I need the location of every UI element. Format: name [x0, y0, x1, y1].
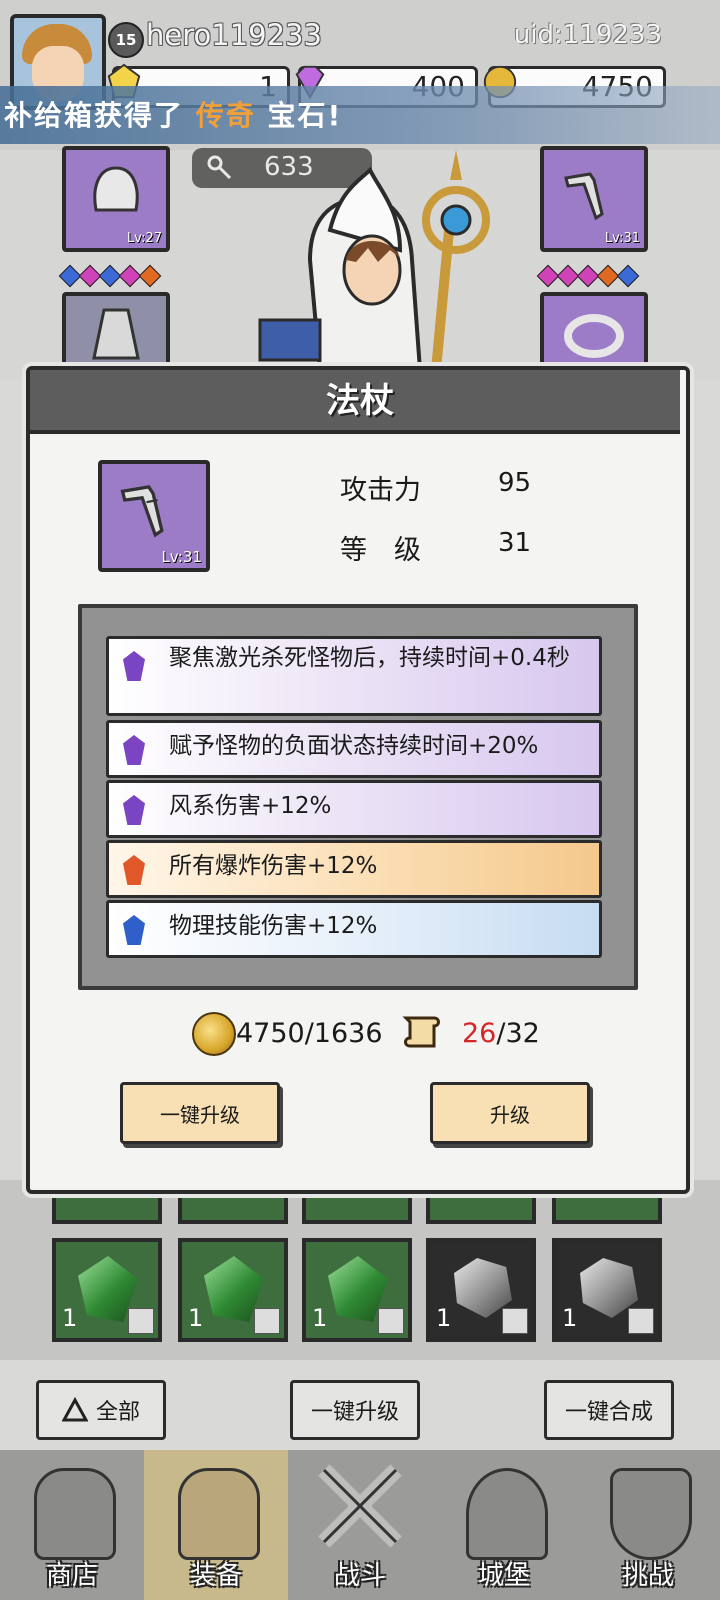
scroll-need: /32	[496, 1018, 540, 1049]
orange-crystal-icon	[123, 855, 145, 885]
stat-value-level: 31	[498, 528, 532, 558]
inventory-item-grey-stone[interactable]: 1	[552, 1238, 662, 1342]
purple-crystal-icon	[123, 735, 145, 765]
inventory-item-green-crystal[interactable]: 1	[52, 1238, 162, 1342]
inventory-item-green-crystal[interactable]: 1	[302, 1238, 412, 1342]
hero-character-art	[258, 150, 490, 370]
socket-gem	[616, 264, 640, 288]
ring-tag-icon	[502, 1308, 528, 1334]
affix-text: 物理技能伤害+12%	[169, 913, 378, 939]
inventory-item-grey-stone[interactable]: 1	[426, 1238, 536, 1342]
affix-text: 聚焦激光杀死怪物后，持续时间+0.4秒	[169, 645, 570, 671]
equipment-slot-ring[interactable]	[540, 292, 648, 370]
purple-crystal-icon	[123, 651, 145, 681]
equipment-slot-staff[interactable]: Lv:31	[540, 146, 648, 252]
boot-tag-icon	[128, 1308, 154, 1334]
filter-all-label: 全部	[95, 1400, 140, 1425]
nav-shop[interactable]: 商店	[0, 1450, 144, 1600]
upgrade-button[interactable]: 升级	[430, 1082, 590, 1144]
castle-icon	[466, 1468, 548, 1560]
stat-label-level: 等 级	[340, 535, 421, 566]
scroll-cost: 26/32	[462, 1018, 540, 1049]
affix-row: 所有爆炸伤害+12%	[106, 840, 602, 898]
equipment-slot-hood[interactable]: Lv:27	[62, 146, 170, 252]
nav-equipment[interactable]: 装备	[144, 1450, 288, 1600]
affix-row: 风系伤害+12%	[106, 780, 602, 838]
ring-icon	[564, 314, 624, 358]
broadcast-text: 补给箱获得了 传奇 宝石!	[4, 99, 343, 132]
gold-coin-icon	[192, 1012, 236, 1056]
filter-all-button[interactable]: 全部	[36, 1380, 166, 1440]
shield-icon	[610, 1468, 692, 1560]
inventory-item-green-crystal[interactable]: 1	[178, 1238, 288, 1342]
player-level-badge: 15	[108, 22, 144, 58]
hood-icon	[93, 166, 139, 212]
stat-label-attack: 攻击力	[340, 475, 421, 506]
staff-level: Lv:31	[604, 231, 640, 246]
scroll-icon	[402, 1016, 440, 1048]
item-count: 1	[188, 1304, 204, 1332]
staff-icon	[564, 172, 604, 221]
username: hero119233	[146, 18, 322, 52]
backpack-icon	[178, 1468, 260, 1560]
staff-socket-gems	[536, 264, 640, 288]
item-count: 1	[312, 1304, 328, 1332]
staff-icon	[120, 485, 164, 538]
affix-row: 赋予怪物的负面状态持续时间+20%	[106, 720, 602, 778]
nav-challenge[interactable]: 挑战	[576, 1450, 720, 1600]
hood-socket-gems	[58, 264, 162, 288]
staff-tag-icon	[254, 1308, 280, 1334]
blue-crystal-icon	[123, 915, 145, 945]
swords-icon	[318, 1464, 402, 1548]
key-icon	[207, 155, 232, 180]
socket-gem	[138, 264, 162, 288]
auto-upgrade-button[interactable]: 一键升级	[120, 1082, 280, 1144]
purple-crystal-icon	[123, 795, 145, 825]
ring-tag-icon	[628, 1308, 654, 1334]
broadcast-highlight: 传奇	[195, 99, 256, 132]
stat-value-attack: 95	[498, 468, 532, 498]
affix-row: 物理技能伤害+12%	[106, 900, 602, 958]
item-level: Lv:31	[161, 548, 202, 566]
robe-icon	[92, 308, 140, 360]
item-count: 1	[62, 1304, 78, 1332]
dialog-title: 法杖	[326, 381, 394, 421]
affix-text: 风系伤害+12%	[169, 793, 332, 819]
scroll-have: 26	[462, 1018, 497, 1049]
affix-text: 所有爆炸伤害+12%	[169, 853, 378, 879]
affix-row: 聚焦激光杀死怪物后，持续时间+0.4秒	[106, 636, 602, 716]
auto-upgrade-all-button[interactable]: 一键升级	[290, 1380, 420, 1440]
shop-icon	[34, 1468, 116, 1560]
item-preview-slot: Lv:31	[98, 460, 210, 572]
triangle-up-icon	[61, 1397, 88, 1422]
item-count: 1	[436, 1304, 452, 1332]
auto-merge-button[interactable]: 一键合成	[544, 1380, 674, 1440]
item-count: 1	[562, 1304, 578, 1332]
affix-text: 赋予怪物的负面状态持续时间+20%	[169, 733, 539, 759]
equipment-slot-robe[interactable]	[62, 292, 170, 370]
gold-cost: 4750/1636	[236, 1018, 383, 1049]
hood-level: Lv:27	[126, 231, 162, 246]
user-id: uid:119233	[513, 20, 662, 50]
nav-battle[interactable]: 战斗	[288, 1450, 432, 1600]
nav-castle[interactable]: 城堡	[432, 1450, 576, 1600]
staff-tag-icon	[378, 1308, 404, 1334]
